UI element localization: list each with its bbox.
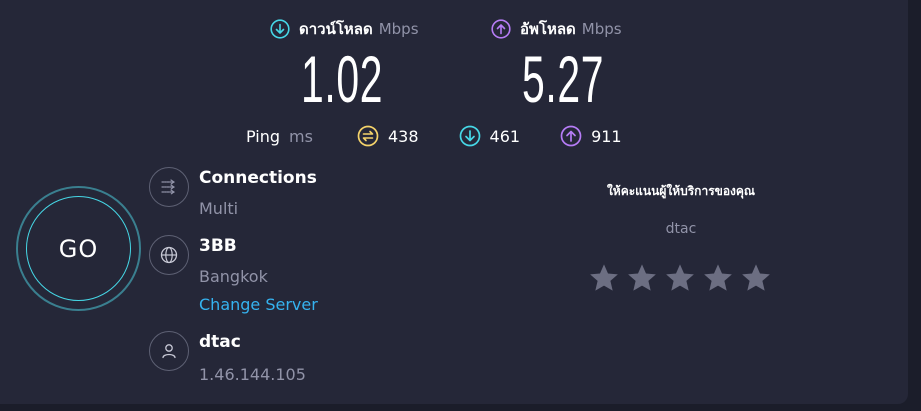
go-label: GO: [58, 234, 99, 263]
ping-upload: 911: [560, 125, 622, 147]
multi-arrows-icon: [161, 179, 176, 195]
server-icon: [149, 235, 189, 275]
server-location: Bangkok: [199, 267, 268, 286]
rating-title: ให้คะแนนผู้ให้บริการของคุณ: [606, 184, 756, 198]
star-icon: [704, 264, 732, 291]
download-arrow-icon: [270, 19, 290, 39]
download-latency-icon: [459, 125, 480, 147]
ping-unit: ms: [289, 126, 313, 146]
upload-metric: อัพโหลด Mbps 5.27: [491, 16, 654, 112]
star-2[interactable]: [626, 262, 658, 294]
upload-arrow-icon: [491, 19, 511, 39]
ping-idle: 438: [357, 125, 419, 147]
ping-idle-value: 438: [387, 126, 419, 146]
star-5[interactable]: [740, 262, 772, 294]
server-name: 3BB: [199, 236, 237, 256]
client-icon: [149, 331, 189, 371]
client-ip: 1.46.144.105: [199, 365, 306, 384]
window-edge: [908, 0, 921, 411]
connections-icon: [149, 167, 189, 207]
ping-row: Ping ms 438 461 911: [246, 124, 662, 148]
user-icon: [162, 344, 176, 359]
upload-value: 5.27: [522, 42, 605, 116]
star-icon: [590, 264, 618, 291]
star-icon: [742, 264, 770, 291]
ping-upload-value: 911: [591, 126, 622, 146]
ping-label: Ping: [246, 126, 281, 146]
star-1[interactable]: [588, 262, 620, 294]
rating-stars: [588, 262, 778, 294]
star-icon: [628, 264, 656, 291]
go-ring-inner[interactable]: GO: [26, 196, 131, 301]
star-4[interactable]: [702, 262, 734, 294]
upload-unit: Mbps: [581, 20, 622, 38]
upload-label: อัพโหลด: [520, 20, 576, 38]
globe-icon: [160, 246, 178, 264]
download-unit: Mbps: [378, 20, 419, 38]
idle-latency-icon: [357, 125, 379, 147]
connections-value: Multi: [199, 199, 239, 218]
download-value: 1.02: [301, 42, 384, 116]
star-icon: [666, 264, 694, 291]
connections-title: Connections: [199, 168, 317, 188]
go-button[interactable]: GO: [16, 186, 141, 311]
client-isp: dtac: [199, 332, 241, 352]
upload-latency-icon: [560, 125, 582, 147]
star-3[interactable]: [664, 262, 696, 294]
download-metric: ดาวน์โหลด Mbps 1.02: [270, 16, 433, 112]
ping-download-value: 461: [489, 126, 521, 146]
change-server-link[interactable]: Change Server: [199, 295, 318, 314]
ping-download: 461: [459, 125, 521, 147]
rating-isp: dtac: [665, 221, 697, 237]
download-label: ดาวน์โหลด: [299, 20, 373, 38]
